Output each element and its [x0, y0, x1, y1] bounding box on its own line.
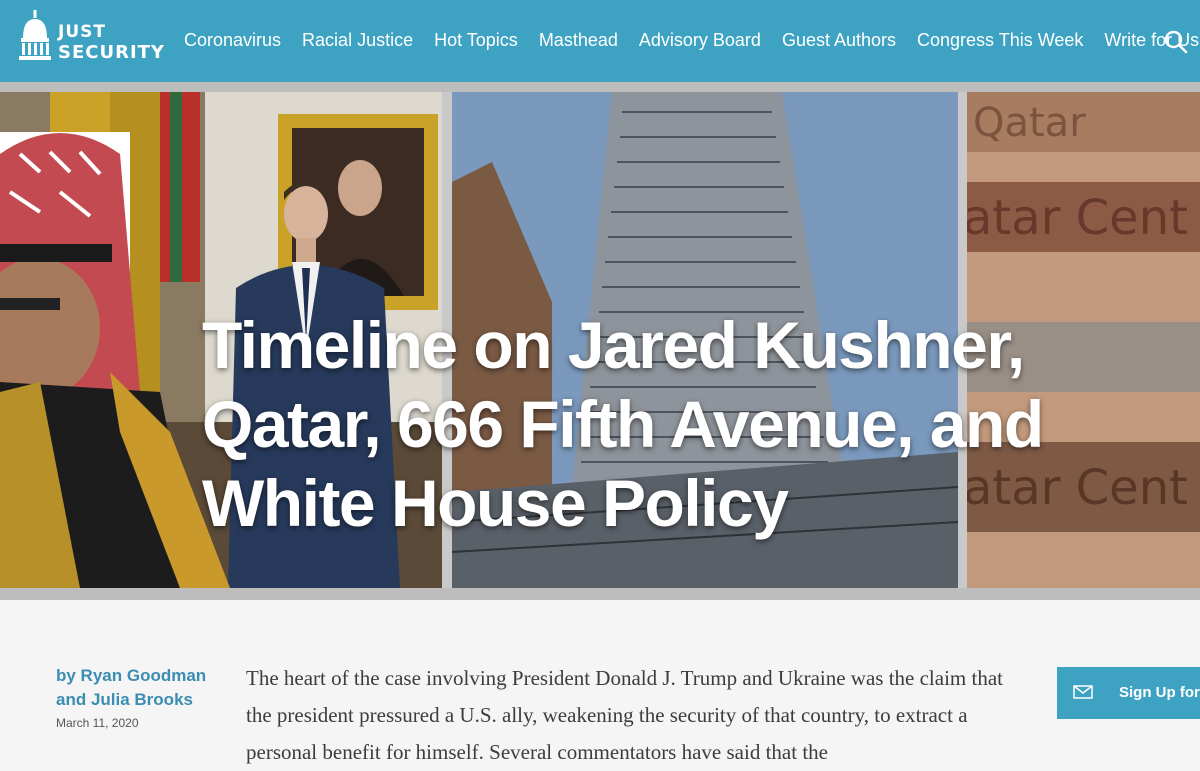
nav-item-masthead[interactable]: Masthead: [539, 28, 618, 52]
article-body: The heart of the case involving Presiden…: [246, 666, 1003, 764]
nav-item-congress-this-week[interactable]: Congress This Week: [917, 28, 1083, 52]
nav-item-hot-topics[interactable]: Hot Topics: [434, 28, 518, 52]
mail-icon: [1073, 685, 1093, 699]
qatar-sign-text-1: Qatar: [973, 100, 1086, 146]
site-logo[interactable]: JUST SECURITY: [18, 10, 164, 66]
header-divider: [0, 82, 1200, 92]
nav-item-racial-justice[interactable]: Racial Justice: [302, 28, 413, 52]
capitol-dome-icon: [19, 10, 51, 60]
article-byline[interactable]: by Ryan Goodman and Julia Brooks: [56, 664, 231, 712]
logo-text-just: JUST: [58, 22, 106, 42]
logo-text-security: SECURITY: [58, 42, 165, 63]
nav-item-guest-authors[interactable]: Guest Authors: [782, 28, 896, 52]
search-icon[interactable]: [1163, 29, 1189, 55]
article-title: Timeline on Jared Kushner, Qatar, 666 Fi…: [202, 308, 1044, 540]
main-nav: Coronavirus Racial Justice Hot Topics Ma…: [184, 28, 1200, 52]
nav-item-coronavirus[interactable]: Coronavirus: [184, 28, 281, 52]
hero-divider: [0, 588, 1200, 600]
newsletter-signup-button[interactable]: Sign Up for t: [1057, 667, 1200, 719]
article-date: March 11, 2020: [56, 716, 139, 730]
site-header: JUST SECURITY Coronavirus Racial Justice…: [0, 0, 1200, 82]
signup-label: Sign Up for t: [1119, 684, 1200, 701]
hero-banner: Qatar atar Cent atar Cent Timeline on Ja…: [0, 92, 1200, 588]
qatar-sign-text-2: atar Cent: [967, 190, 1188, 246]
nav-item-advisory-board[interactable]: Advisory Board: [639, 28, 761, 52]
